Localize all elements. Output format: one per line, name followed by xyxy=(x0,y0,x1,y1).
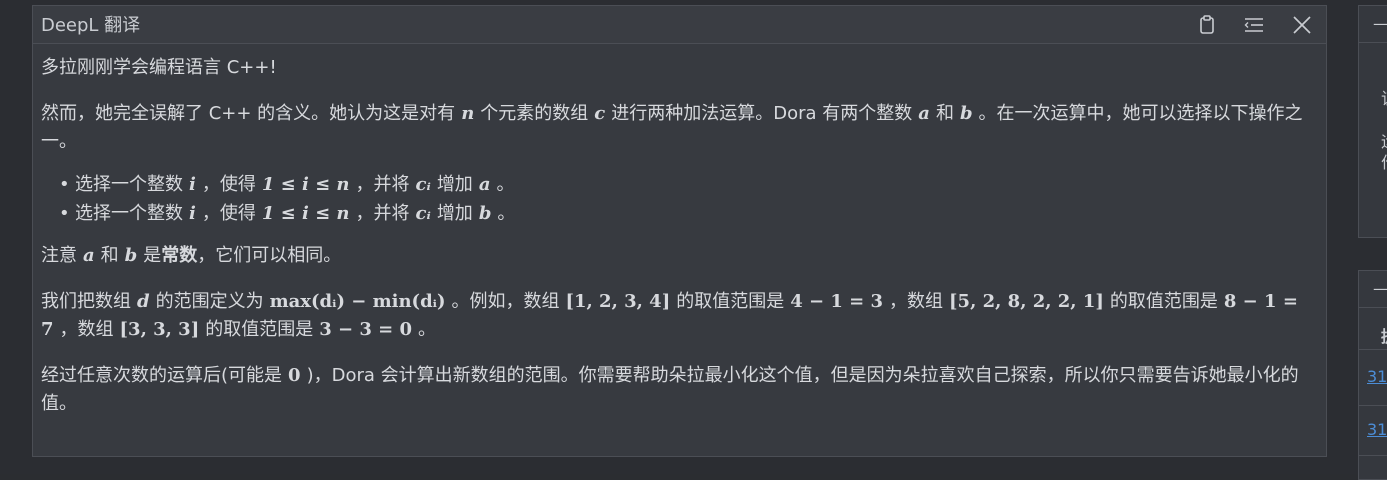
math-result: 3 − 3 = 0 xyxy=(319,319,413,340)
collapse-icon[interactable] xyxy=(1243,14,1265,36)
text: 我们把数组 xyxy=(41,291,131,312)
panel-title: DeepL 翻译 xyxy=(41,15,141,36)
text: 。例如，数组 xyxy=(451,291,560,312)
math-array: [3, 3, 3] xyxy=(119,319,200,340)
math-condition: 1 ≤ i ≤ n xyxy=(261,203,350,224)
text: 的取值范围是 xyxy=(676,291,785,312)
math-value: a xyxy=(478,174,491,195)
operation-list: 选择一个整数i，使得1 ≤ i ≤ n，并将cᵢ增加a。 选择一个整数i，使得1… xyxy=(41,170,1316,228)
side-panel-bottom: — 提 31 31 xyxy=(1358,270,1387,480)
math-condition: 1 ≤ i ≤ n xyxy=(261,174,350,195)
text: 和 xyxy=(935,103,954,124)
text: 进行两种加法运算。Dora 有两个整数 xyxy=(611,103,913,124)
text: ，它们可以相同。 xyxy=(197,245,342,266)
text: 的范围定义为 xyxy=(155,291,264,312)
list-item: 选择一个整数 i，使得1 ≤ i ≤ n，并将cᵢ增加a。 xyxy=(59,170,1316,199)
side-text: 作 xyxy=(1381,149,1387,173)
list-item: 选择一个整数 i，使得1 ≤ i ≤ n，并将cᵢ增加b。 xyxy=(59,199,1316,228)
text: 。 xyxy=(497,203,516,224)
side-text: 该 xyxy=(1381,85,1387,109)
text: 的取值范围是 xyxy=(1109,291,1218,312)
text: 增加 xyxy=(436,174,473,195)
math-a: a xyxy=(83,245,95,266)
math-b: b xyxy=(124,245,138,266)
math-b: b xyxy=(959,103,973,124)
paragraph-task: 经过任意次数的运算后(可能是 0)，Dora 会计算出新数组的范围。你需要帮助朵拉… xyxy=(41,362,1316,418)
deepl-translate-panel: DeepL 翻译 多拉刚刚学会编程语言 C++! 然而，她完全误解了 C++ 的… xyxy=(32,5,1327,457)
math-n: n xyxy=(461,103,475,124)
problem-link[interactable]: 31 xyxy=(1367,420,1387,439)
side-text: — xyxy=(1373,14,1387,33)
math-ci: cᵢ xyxy=(415,203,431,224)
paragraph-intro: 多拉刚刚学会编程语言 C++! xyxy=(41,57,277,78)
math-i: i xyxy=(189,203,196,224)
text: 。 xyxy=(496,174,515,195)
text: ，使得 xyxy=(201,203,256,224)
math-array: [1, 2, 3, 4] xyxy=(565,291,671,312)
side-text: — xyxy=(1373,279,1387,298)
text: 经过任意次数的运算后(可能是 xyxy=(41,365,283,386)
text: ，使得 xyxy=(201,174,256,195)
math-value: b xyxy=(478,203,492,224)
text: 是 xyxy=(143,245,162,266)
text: 的取值范围是 xyxy=(205,319,314,340)
text: ，并将 xyxy=(355,174,410,195)
text: 个元素的数组 xyxy=(480,103,589,124)
math-ci: cᵢ xyxy=(415,174,431,195)
math-a: a xyxy=(918,103,930,124)
bold-text: 常数 xyxy=(161,245,198,266)
text: 选择一个整数 xyxy=(75,174,183,195)
clipboard-icon[interactable] xyxy=(1196,14,1218,36)
math-c: c xyxy=(594,103,606,124)
paragraph-range-definition: 我们把数组 d 的范围定义为 max(dᵢ) − min(dᵢ) 。例如，数组 [1, 2… xyxy=(41,288,1316,344)
text: ，数组 xyxy=(59,319,114,340)
paragraph-operations: 然而，她完全误解了 C++ 的含义。她认为这是对有 n 个元素的数组 c 进行两种加法运… xyxy=(41,100,1316,156)
translation-content: 多拉刚刚学会编程语言 C++! 然而，她完全误解了 C++ 的含义。她认为这是对… xyxy=(41,54,1316,418)
side-text: 提 xyxy=(1381,323,1387,347)
side-panel-top: — 该 运 作 xyxy=(1358,5,1387,238)
math-i: i xyxy=(189,174,196,195)
text: ，并将 xyxy=(355,203,410,224)
paragraph-note: 注意 a 和 b 是常数，它们可以相同。 xyxy=(41,242,1316,270)
panel-header: DeepL 翻译 xyxy=(33,6,1326,44)
close-icon[interactable] xyxy=(1291,14,1313,36)
math-result: 4 − 1 = 3 xyxy=(790,291,884,312)
text: 选择一个整数 xyxy=(75,203,183,224)
text: 和 xyxy=(100,245,119,266)
text: 增加 xyxy=(436,203,473,224)
text: 。 xyxy=(418,319,437,340)
math-formula: max(dᵢ) − min(dᵢ) xyxy=(269,291,446,312)
problem-link[interactable]: 31 xyxy=(1367,367,1387,386)
math-array: [5, 2, 8, 2, 2, 1] xyxy=(949,291,1104,312)
math-zero: 0 xyxy=(288,365,301,386)
math-d: d xyxy=(137,291,150,312)
text: 然而，她完全误解了 C++ 的含义。她认为这是对有 xyxy=(41,103,456,124)
text: ，数组 xyxy=(889,291,944,312)
text: 注意 xyxy=(41,245,77,266)
